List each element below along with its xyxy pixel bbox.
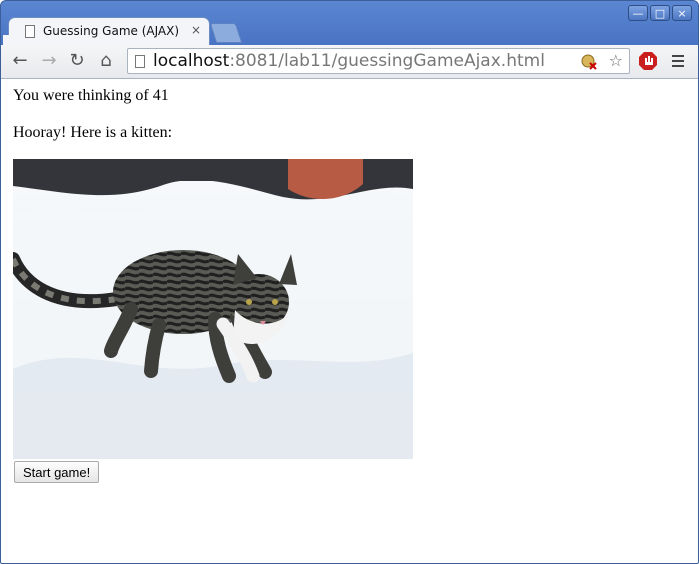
title-bar: — □ × Guessing Game (AJAX) × (1, 1, 698, 45)
home-icon[interactable]: ⌂ (97, 52, 115, 70)
address-bar[interactable]: localhost:8081/lab11/guessingGameAjax.ht… (127, 48, 630, 74)
browser-tab[interactable]: Guessing Game (AJAX) × (3, 18, 209, 45)
url-path: :8081/lab11/guessingGameAjax.html (229, 51, 545, 71)
start-game-button[interactable]: Start game! (14, 461, 100, 483)
page-icon (135, 55, 145, 68)
menu-icon[interactable] (669, 52, 687, 70)
result-message: You were thinking of 41 (13, 87, 169, 104)
close-window-button[interactable]: × (672, 5, 692, 21)
maximize-button[interactable]: □ (650, 5, 670, 21)
browser-window: — □ × Guessing Game (AJAX) × ← → ↻ ⌂ loc… (0, 0, 699, 564)
url-host: localhost (153, 51, 230, 71)
celebration-message: Hooray! Here is a kitten: (13, 124, 173, 141)
forward-icon[interactable]: → (40, 52, 58, 70)
browser-toolbar: ← → ↻ ⌂ localhost:8081/lab11/guessingGam… (1, 45, 698, 79)
window-controls: — □ × (628, 5, 692, 21)
reload-icon[interactable]: ↻ (68, 52, 86, 70)
adblock-icon[interactable] (638, 51, 657, 70)
minimize-button[interactable]: — (628, 5, 648, 21)
page-icon (25, 25, 35, 38)
bookmark-star-icon[interactable]: ☆ (609, 53, 623, 69)
tab-title: Guessing Game (AJAX) (43, 24, 180, 38)
tab-close-button[interactable]: × (191, 23, 201, 37)
kitten-image (13, 159, 413, 459)
url-text[interactable]: localhost:8081/lab11/guessingGameAjax.ht… (153, 52, 545, 70)
back-icon[interactable]: ← (11, 52, 29, 70)
page-content: You were thinking of 41 Hooray! Here is … (1, 79, 698, 563)
blocked-content-icon[interactable] (580, 53, 598, 74)
new-tab-button[interactable] (209, 23, 243, 43)
